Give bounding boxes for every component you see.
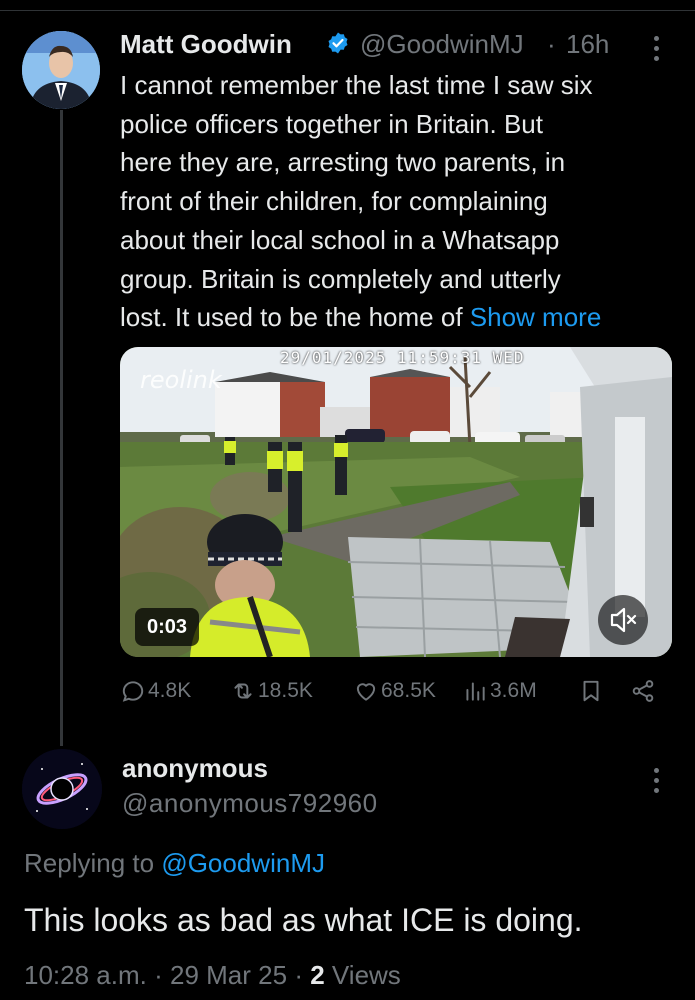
mute-button[interactable] — [598, 595, 648, 645]
reply-author-handle[interactable]: @anonymous792960 — [122, 788, 378, 819]
share-icon — [632, 680, 654, 702]
thread-connector-line — [60, 110, 63, 746]
author-avatar[interactable] — [22, 31, 100, 109]
verified-badge-icon — [328, 32, 348, 54]
separator-dot: · — [547, 29, 556, 59]
repost-button[interactable]: 18.5K — [230, 678, 313, 704]
muted-speaker-icon — [610, 607, 637, 633]
views-button[interactable]: 3.6M — [462, 678, 537, 704]
reply-author-avatar[interactable] — [22, 749, 102, 829]
repost-icon — [234, 683, 252, 699]
replying-to-prefix: Replying to — [24, 848, 162, 878]
like-count: 68.5K — [381, 679, 436, 702]
more-options-icon[interactable] — [654, 36, 660, 66]
video-overlay-timestamp: 29/01/2025 11:59:31 WED — [280, 348, 525, 367]
tweet-text-line: about their local school in a Whatsapp — [120, 224, 560, 255]
reply-count: 4.8K — [148, 679, 192, 702]
top-divider — [0, 10, 695, 11]
reply-views-label: Views — [331, 960, 401, 990]
replying-to-line: Replying to @GoodwinMJ — [24, 848, 325, 879]
repost-count: 18.5K — [258, 679, 313, 702]
tweet-action-bar: 4.8K 18.5K 68.5K 3.6M — [0, 678, 695, 712]
reply-button[interactable]: 4.8K — [120, 678, 191, 704]
meta-separator: · — [154, 960, 163, 990]
views-count: 3.6M — [490, 679, 537, 702]
tweet-text: I cannot remember the last time I saw si… — [120, 66, 680, 337]
reply-icon — [122, 681, 144, 702]
views-chart-icon — [466, 682, 485, 701]
share-button[interactable] — [630, 678, 658, 704]
tweet-text-line: group. Britain is completely and utterly — [120, 263, 561, 294]
video-duration: 0:03 — [135, 608, 199, 646]
tweet-text-line: lost. It used to be the home of — [120, 302, 470, 333]
tweet-text-line: here they are, arresting two parents, in — [120, 147, 566, 178]
author-handle[interactable]: @GoodwinMJ — [360, 29, 524, 60]
tweet-text-line: police officers together in Britain. But — [120, 108, 543, 139]
reply-author-name[interactable]: anonymous — [122, 753, 268, 784]
heart-icon — [356, 683, 376, 701]
author-name[interactable]: Matt Goodwin — [120, 29, 292, 60]
reply-meta: 10:28 a.m. · 29 Mar 25 · 2 Views — [24, 960, 401, 991]
reply-date[interactable]: 29 Mar 25 — [170, 960, 287, 990]
like-button[interactable]: 68.5K — [353, 678, 436, 704]
replying-to-mention[interactable]: @GoodwinMJ — [161, 848, 325, 878]
reply-more-options-icon[interactable] — [654, 768, 660, 798]
reply-text: This looks as bad as what ICE is doing. — [24, 902, 583, 938]
bookmark-button[interactable] — [578, 678, 606, 704]
tweet-timestamp[interactable]: 16h — [566, 29, 609, 60]
meta-separator: · — [294, 960, 303, 990]
show-more-link[interactable]: Show more — [470, 302, 602, 332]
reply-time[interactable]: 10:28 a.m. — [24, 960, 147, 990]
tweet-text-line: I cannot remember the last time I saw si… — [120, 70, 593, 100]
reply-views-count: 2 — [310, 960, 325, 990]
video-overlay-brand: reolink — [140, 366, 222, 394]
tweet-text-line: front of their children, for complaining — [120, 186, 548, 217]
bookmark-icon — [583, 680, 599, 702]
